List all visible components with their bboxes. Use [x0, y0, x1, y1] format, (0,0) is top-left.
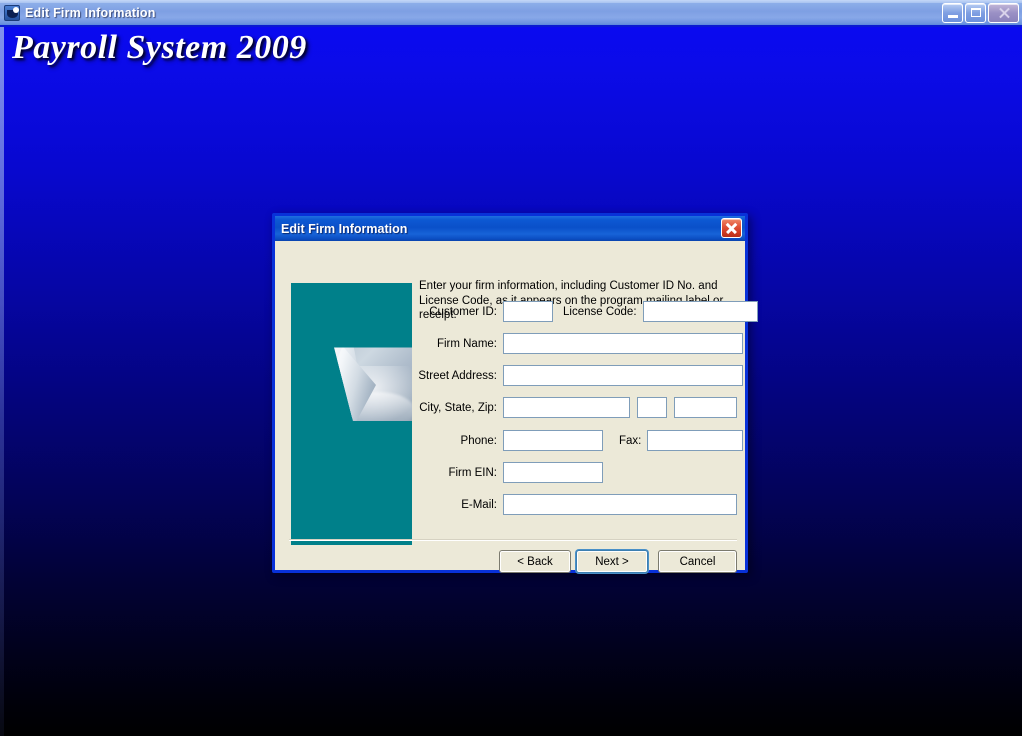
- customer-id-label: Customer ID:: [429, 305, 497, 318]
- row-firm-name: Firm Name:: [415, 333, 743, 354]
- client-left-edge: [0, 27, 4, 736]
- window-controls: [942, 3, 1019, 23]
- minimize-button[interactable]: [942, 3, 963, 23]
- button-bar-separator: [289, 539, 737, 541]
- license-code-input[interactable]: [642, 301, 758, 322]
- next-button[interactable]: Next >: [576, 550, 648, 573]
- row-firm-ein: Firm EIN:: [415, 462, 603, 483]
- fax-input[interactable]: [647, 430, 744, 451]
- firm-name-label: Firm Name:: [436, 337, 497, 350]
- firm-ein-input[interactable]: [503, 462, 603, 483]
- page-curl-image: [334, 347, 412, 421]
- side-illustration-panel: [291, 283, 412, 545]
- dialog-titlebar: Edit Firm Information: [275, 216, 745, 241]
- application-window: Edit Firm Information Payroll System 200…: [0, 0, 1022, 736]
- state-input[interactable]: [637, 397, 667, 418]
- firm-name-input[interactable]: [503, 333, 743, 354]
- phone-input[interactable]: [503, 430, 603, 451]
- phone-label: Phone:: [460, 434, 497, 447]
- zip-input[interactable]: [674, 397, 737, 418]
- dialog-close-icon[interactable]: [721, 218, 742, 238]
- cancel-button[interactable]: Cancel: [658, 550, 737, 573]
- license-code-label: License Code:: [563, 305, 637, 318]
- firm-ein-label: Firm EIN:: [448, 466, 497, 479]
- restore-button[interactable]: [965, 3, 986, 23]
- fax-label: Fax:: [619, 434, 642, 447]
- customer-id-input[interactable]: [503, 301, 553, 322]
- street-address-input[interactable]: [503, 365, 743, 386]
- city-input[interactable]: [503, 397, 630, 418]
- main-window-titlebar: Edit Firm Information: [0, 0, 1022, 27]
- street-address-label: Street Address:: [418, 369, 497, 382]
- city-state-zip-label: City, State, Zip:: [419, 401, 497, 414]
- dialog-title: Edit Firm Information: [281, 221, 408, 236]
- row-phone-fax: Phone: Fax:: [415, 430, 744, 451]
- edit-firm-information-dialog: Edit Firm Information Enter your firm in…: [272, 213, 758, 573]
- dialog-button-bar: < Back Next > Cancel: [275, 550, 745, 574]
- application-client-area: Payroll System 2009 Edit Firm Informatio…: [0, 27, 1022, 736]
- main-window-title: Edit Firm Information: [25, 5, 156, 20]
- row-customer-id: Customer ID: License Code:: [415, 301, 758, 322]
- back-button[interactable]: < Back: [499, 550, 571, 573]
- row-email: E-Mail:: [415, 494, 737, 515]
- application-icon: [4, 4, 20, 21]
- dialog-body: Enter your firm information, including C…: [275, 241, 758, 573]
- banner-title: Payroll System 2009: [12, 29, 307, 66]
- email-label: E-Mail:: [461, 498, 497, 511]
- email-input[interactable]: [503, 494, 737, 515]
- row-street-address: Street Address:: [415, 365, 743, 386]
- row-city-state-zip: City, State, Zip:: [415, 397, 737, 418]
- close-button[interactable]: [988, 3, 1019, 23]
